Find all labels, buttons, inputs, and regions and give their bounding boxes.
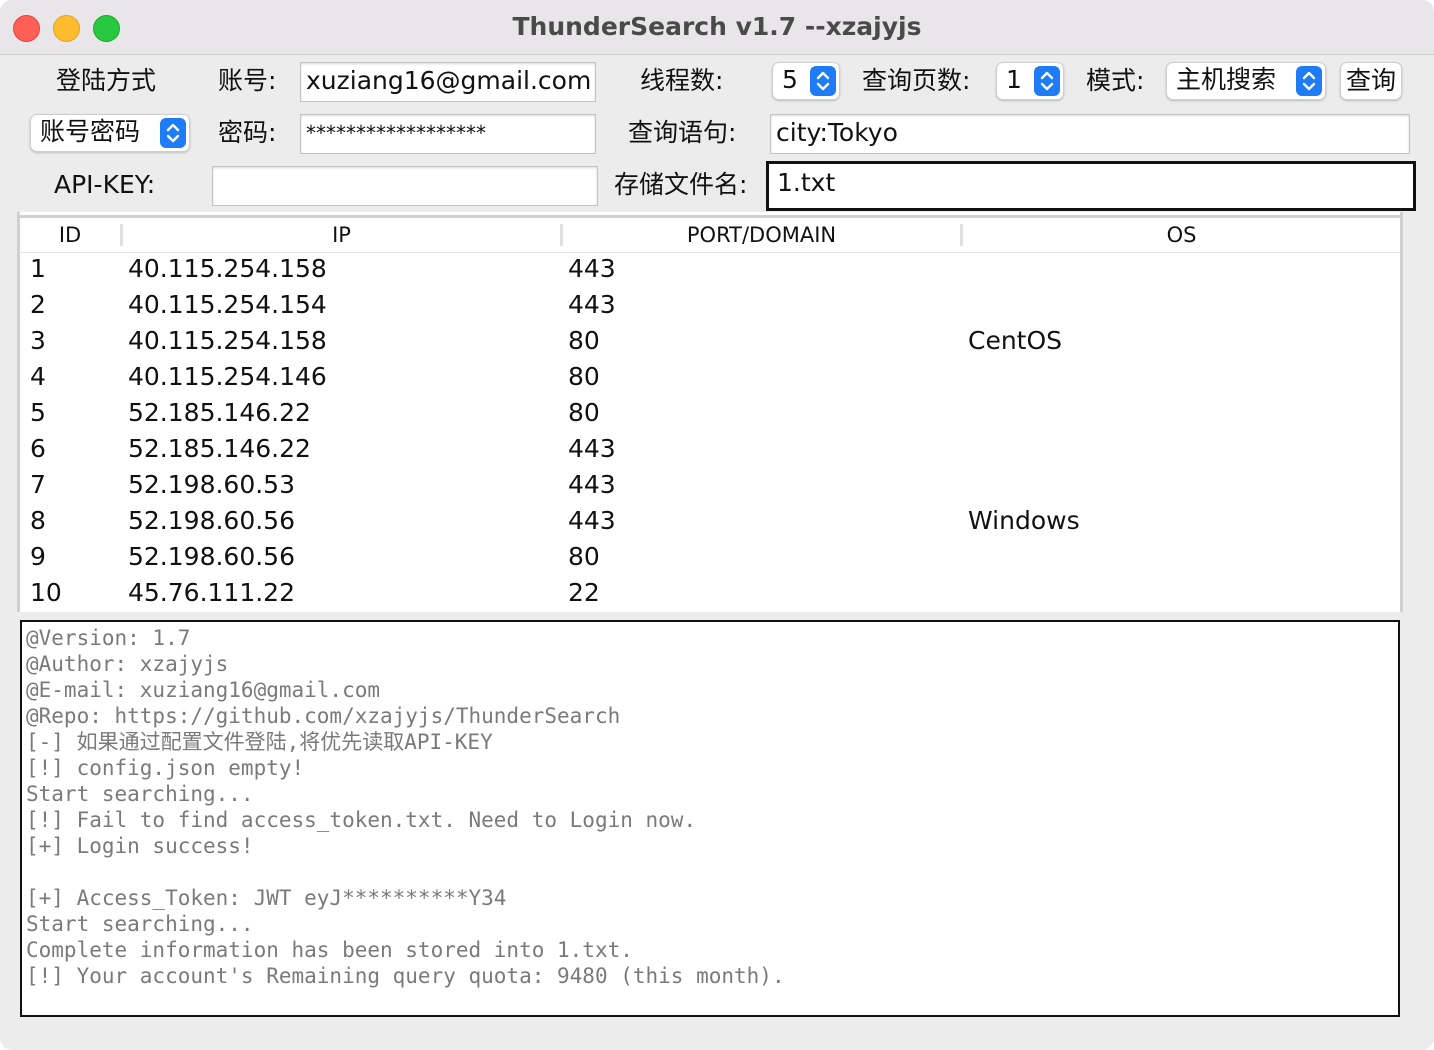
cell-port: 443 (568, 290, 616, 319)
apikey-label: API-KEY: (54, 170, 156, 199)
cell-id: 9 (30, 542, 46, 571)
table-row[interactable]: 7 52.198.60.53 443 (20, 467, 1400, 503)
mode-select[interactable]: 主机搜索 (1166, 62, 1326, 100)
cell-id: 6 (30, 434, 46, 463)
pages-label: 查询页数: (862, 66, 971, 95)
apikey-input[interactable] (212, 166, 598, 206)
log-output-textarea[interactable]: @Version: 1.7 @Author: xzajyjs @E-mail: … (20, 620, 1400, 1017)
log-line: [+] Login success! (26, 834, 254, 858)
cell-id: 7 (30, 470, 46, 499)
cell-ip: 40.115.254.158 (128, 326, 327, 355)
cell-id: 3 (30, 326, 46, 355)
title-bar[interactable]: ThunderSearch v1.7 --xzajyjs (0, 0, 1434, 55)
cell-id: 2 (30, 290, 46, 319)
table-row[interactable]: 4 40.115.254.146 80 (20, 359, 1400, 395)
table-header: ID IP PORT/DOMAIN OS (20, 215, 1400, 253)
threads-value: 5 (782, 65, 798, 94)
table-row[interactable]: 6 52.185.146.22 443 (20, 431, 1400, 467)
cell-port: 80 (568, 326, 600, 355)
cell-os: Windows (968, 506, 1080, 535)
log-line: [!] config.json empty! (26, 756, 305, 780)
pages-stepper-icon[interactable] (1034, 66, 1060, 96)
table-row[interactable]: 2 40.115.254.154 443 (20, 287, 1400, 323)
mode-label: 模式: (1086, 66, 1145, 95)
account-label: 账号: (218, 66, 277, 95)
threads-stepper-icon[interactable] (810, 66, 836, 96)
cell-port: 80 (568, 398, 600, 427)
log-line: @E-mail: xuziang16@gmail.com (26, 678, 381, 702)
password-label: 密码: (218, 118, 277, 147)
login-method-label: 登陆方式 (56, 66, 157, 95)
app-window: ThunderSearch v1.7 --xzajyjs 登陆方式 账号: xu… (0, 0, 1434, 1050)
cell-port: 80 (568, 362, 600, 391)
cell-port: 80 (568, 542, 600, 571)
cell-ip: 52.185.146.22 (128, 398, 311, 427)
cell-id: 8 (30, 506, 46, 535)
results-table[interactable]: ID IP PORT/DOMAIN OS 1 40.115.254.158 44… (17, 212, 1403, 612)
cell-os: CentOS (968, 326, 1063, 355)
log-line: [!] Fail to find access_token.txt. Need … (26, 808, 697, 832)
password-input[interactable]: ****************** (300, 114, 596, 154)
cell-id: 1 (30, 254, 46, 283)
cell-ip: 52.185.146.22 (128, 434, 311, 463)
log-line: [!] Your account's Remaining query quota… (26, 964, 785, 988)
cell-ip: 45.76.111.22 (128, 578, 295, 607)
cell-id: 10 (30, 578, 62, 607)
query-statement-input[interactable]: city:Tokyo (770, 114, 1410, 154)
pages-select[interactable]: 1 (996, 62, 1064, 100)
column-header-id[interactable]: ID (20, 218, 120, 252)
filename-label: 存储文件名: (614, 170, 748, 199)
column-header-port[interactable]: PORT/DOMAIN (563, 218, 960, 252)
log-line: Start searching... (26, 912, 254, 936)
cell-ip: 40.115.254.154 (128, 290, 327, 319)
log-line: [-] 如果通过配置文件登陆,将优先读取API-KEY (26, 730, 493, 754)
cell-port: 22 (568, 578, 600, 607)
log-line: Start searching... (26, 782, 254, 806)
log-line: @Version: 1.7 (26, 626, 191, 650)
log-line: @Repo: https://github.com/xzajyjs/Thunde… (26, 704, 621, 728)
table-row[interactable]: 5 52.185.146.22 80 (20, 395, 1400, 431)
cell-port: 443 (568, 506, 616, 535)
cell-ip: 40.115.254.158 (128, 254, 327, 283)
cell-port: 443 (568, 434, 616, 463)
pages-value: 1 (1006, 65, 1022, 94)
log-line: Complete information has been stored int… (26, 938, 633, 962)
threads-label: 线程数: (640, 66, 724, 95)
cell-ip: 52.198.60.56 (128, 506, 295, 535)
cell-port: 443 (568, 470, 616, 499)
login-method-stepper-icon[interactable] (160, 118, 186, 148)
cell-id: 4 (30, 362, 46, 391)
filename-input[interactable]: 1.txt (766, 161, 1416, 211)
table-row[interactable]: 1 40.115.254.158 443 (20, 251, 1400, 287)
log-line: [+] Access_Token: JWT eyJ**********Y34 (26, 886, 507, 910)
table-row[interactable]: 10 45.76.111.22 22 (20, 575, 1400, 611)
window-title: ThunderSearch v1.7 --xzajyjs (512, 12, 922, 41)
mode-stepper-icon[interactable] (1296, 66, 1322, 96)
login-method-select[interactable]: 账号密码 (30, 114, 190, 152)
cell-id: 5 (30, 398, 46, 427)
account-input[interactable]: xuziang16@gmail.com (300, 62, 596, 102)
threads-select[interactable]: 5 (772, 62, 840, 100)
table-row[interactable]: 3 40.115.254.158 80 CentOS (20, 323, 1400, 359)
cell-port: 443 (568, 254, 616, 283)
column-header-os[interactable]: OS (963, 218, 1400, 252)
query-statement-label: 查询语句: (628, 118, 737, 147)
query-button[interactable]: 查询 (1340, 62, 1402, 100)
table-row[interactable]: 9 52.198.60.56 80 (20, 539, 1400, 575)
cell-ip: 52.198.60.56 (128, 542, 295, 571)
column-header-ip[interactable]: IP (123, 218, 560, 252)
cell-ip: 52.198.60.53 (128, 470, 295, 499)
login-method-value: 账号密码 (40, 117, 141, 146)
table-row[interactable]: 8 52.198.60.56 443 Windows (20, 503, 1400, 539)
cell-ip: 40.115.254.146 (128, 362, 327, 391)
log-line: @Author: xzajyjs (26, 652, 229, 676)
mode-value: 主机搜索 (1176, 65, 1277, 94)
